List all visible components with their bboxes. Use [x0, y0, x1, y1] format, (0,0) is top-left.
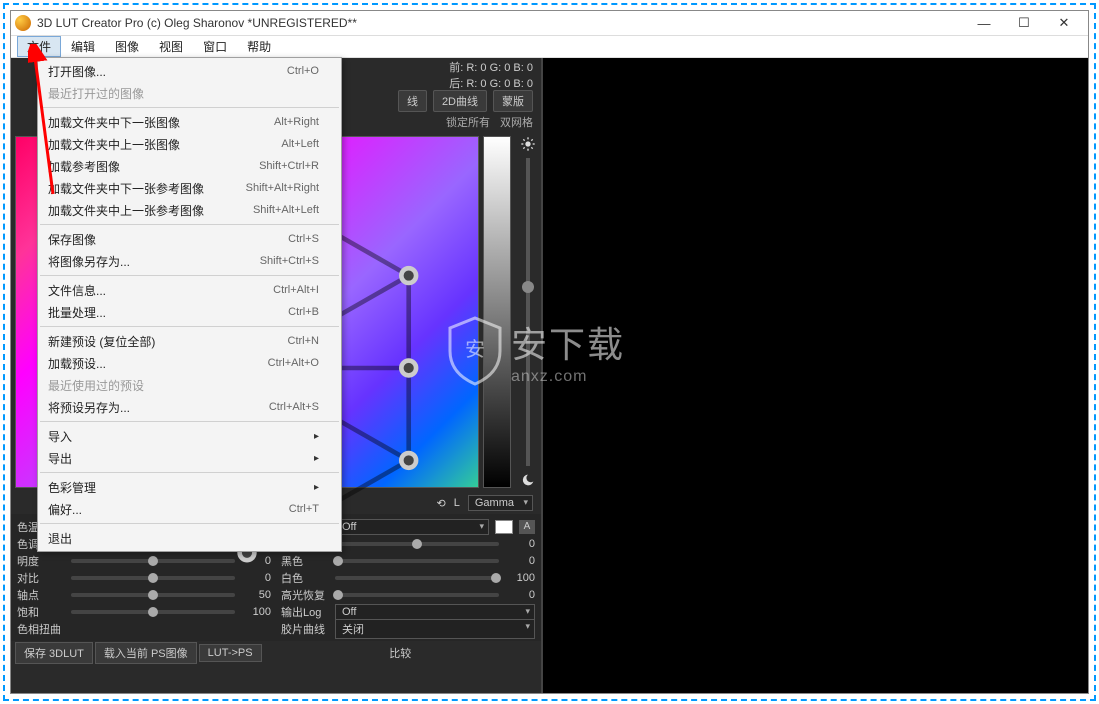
menu-help[interactable]: 帮助 — [237, 36, 281, 57]
menu-edit[interactable]: 编辑 — [61, 36, 105, 57]
menu-item: 最近使用过的预设 — [38, 374, 341, 396]
menu-item: 最近打开过的图像 — [38, 82, 341, 104]
auto-button[interactable]: A — [519, 520, 535, 534]
tab-mask[interactable]: 蒙版 — [493, 90, 533, 112]
bottom-button-bar: 保存 3DLUT 载入当前 PS图像 LUT->PS 比较 — [11, 641, 541, 665]
slider-value: 100 — [241, 606, 271, 618]
load-ps-image-button[interactable]: 载入当前 PS图像 — [95, 642, 197, 664]
preview-viewport[interactable] — [541, 58, 1088, 693]
slider-value: 0 — [505, 589, 535, 601]
menu-item[interactable]: 打开图像...Ctrl+O — [38, 60, 341, 82]
luminance-bar[interactable] — [483, 136, 511, 488]
slider-track[interactable] — [335, 542, 499, 546]
color-swatch[interactable] — [495, 520, 513, 534]
opt-dual-grid[interactable]: 双网格 — [500, 114, 533, 130]
slider-label: 胶片曲线 — [281, 621, 329, 637]
sun-icon — [520, 136, 536, 152]
menu-file[interactable]: 文件 — [17, 36, 61, 57]
slider-value: 0 — [505, 555, 535, 567]
menu-bar: 文件 编辑 图像 视图 窗口 帮助 — [11, 36, 1088, 58]
menu-item[interactable]: 加载文件夹中下一张图像Alt+Right — [38, 111, 341, 133]
menu-item[interactable]: 导出▸ — [38, 447, 341, 469]
slider-label: 色相扭曲 — [17, 621, 65, 637]
menu-item[interactable]: 将预设另存为...Ctrl+Alt+S — [38, 396, 341, 418]
window-title: 3D LUT Creator Pro (c) Oleg Sharonov *UN… — [37, 16, 964, 30]
slider-track[interactable] — [335, 559, 499, 563]
tab-curve[interactable]: 线 — [398, 90, 427, 112]
menu-view[interactable]: 视图 — [149, 36, 193, 57]
menu-image[interactable]: 图像 — [105, 36, 149, 57]
combo-box[interactable]: 关闭 — [335, 619, 535, 639]
menu-item[interactable]: 色彩管理▸ — [38, 476, 341, 498]
slider-track[interactable] — [71, 593, 235, 597]
slider-label: 饱和 — [17, 604, 65, 620]
slider-row: 饱和 100 — [17, 603, 271, 620]
maximize-button[interactable]: ☐ — [1004, 11, 1044, 35]
menu-item[interactable]: 加载参考图像Shift+Ctrl+R — [38, 155, 341, 177]
slider-track[interactable] — [335, 576, 499, 580]
slider-row: 输出Log Off — [281, 603, 535, 620]
app-icon — [15, 15, 31, 31]
menu-item[interactable]: 退出 — [38, 527, 341, 549]
slider-value: 0 — [505, 538, 535, 550]
slider-track[interactable] — [71, 576, 235, 580]
menu-item[interactable]: 新建预设 (复位全部)Ctrl+N — [38, 330, 341, 352]
menu-item[interactable]: 加载文件夹中下一张参考图像Shift+Alt+Right — [38, 177, 341, 199]
menu-item[interactable]: 偏好...Ctrl+T — [38, 498, 341, 520]
compare-label[interactable]: 比较 — [389, 645, 411, 661]
slider-track[interactable] — [335, 593, 499, 597]
close-button[interactable]: ✕ — [1044, 11, 1084, 35]
rgb-back: 后: R: 0 G: 0 B: 0 — [449, 75, 533, 91]
slider-label: 输出Log — [281, 604, 329, 620]
menu-item[interactable]: 文件信息...Ctrl+Alt+I — [38, 279, 341, 301]
rgb-front: 前: R: 0 G: 0 B: 0 — [449, 59, 533, 75]
slider-row: 胶片曲线关闭 — [281, 620, 535, 637]
file-menu-dropdown: 打开图像...Ctrl+O最近打开过的图像加载文件夹中下一张图像Alt+Righ… — [37, 57, 342, 552]
title-bar: 3D LUT Creator Pro (c) Oleg Sharonov *UN… — [11, 11, 1088, 36]
menu-item[interactable]: 保存图像Ctrl+S — [38, 228, 341, 250]
slider-row: 色相扭曲 — [17, 620, 271, 637]
moon-icon — [520, 472, 536, 488]
combo-box[interactable]: Off — [335, 604, 535, 620]
menu-window[interactable]: 窗口 — [193, 36, 237, 57]
combo-box[interactable]: Off — [335, 519, 489, 535]
slider-track[interactable] — [71, 610, 235, 614]
lut-to-ps-button[interactable]: LUT->PS — [199, 644, 262, 662]
slider-track[interactable] — [71, 559, 235, 563]
menu-item[interactable]: 加载文件夹中上一张参考图像Shift+Alt+Left — [38, 199, 341, 221]
opt-lock-all[interactable]: 锁定所有 — [446, 114, 490, 130]
menu-item[interactable]: 导入▸ — [38, 425, 341, 447]
menu-item[interactable]: 将图像另存为...Shift+Ctrl+S — [38, 250, 341, 272]
brightness-slider[interactable] — [515, 132, 541, 492]
menu-item[interactable]: 加载预设...Ctrl+Alt+O — [38, 352, 341, 374]
gamma-combo[interactable]: Gamma — [468, 495, 533, 511]
save-3dlut-button[interactable]: 保存 3DLUT — [15, 642, 93, 664]
menu-item[interactable]: 加载文件夹中上一张图像Alt+Left — [38, 133, 341, 155]
menu-item[interactable]: 批量处理...Ctrl+B — [38, 301, 341, 323]
tab-2d-curve[interactable]: 2D曲线 — [433, 90, 487, 112]
slider-value: 100 — [505, 572, 535, 584]
minimize-button[interactable]: — — [964, 11, 1004, 35]
